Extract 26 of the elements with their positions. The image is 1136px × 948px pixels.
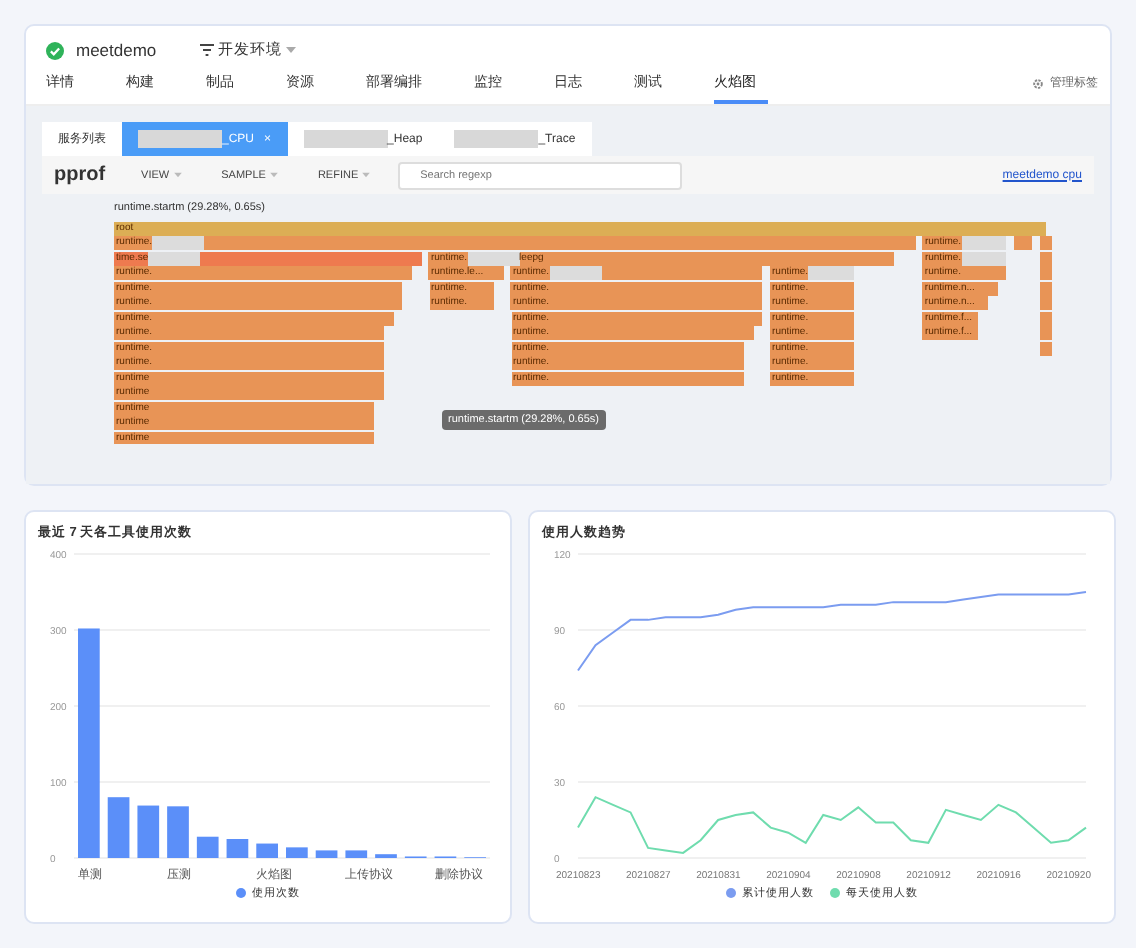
caret-icon [173,172,182,178]
flame-frame[interactable] [1040,251,1052,266]
bar [315,850,338,858]
bar [167,806,189,858]
bar [226,839,249,858]
bar [345,850,368,858]
caret-icon [286,46,297,54]
bar [107,797,130,858]
flame-frame[interactable] [1040,341,1052,356]
flame-frame[interactable] [1040,281,1052,296]
pprof-logo: pprof [54,164,106,186]
flame-frame[interactable] [1040,266,1052,281]
settings-icon [1032,77,1044,89]
flame-frame[interactable] [1040,311,1052,326]
flame-frame[interactable] [1040,236,1052,251]
bar [137,805,160,858]
bar [256,843,278,858]
flame-frame[interactable] [1040,326,1052,341]
caret-icon [269,172,278,178]
filter-icon [200,44,215,56]
app-name: meetdemo [76,40,157,60]
bar [286,847,308,858]
flame-frame[interactable] [1040,296,1052,311]
bar [196,836,219,858]
flame-frame[interactable] [1014,236,1033,251]
caret-icon [362,172,371,178]
